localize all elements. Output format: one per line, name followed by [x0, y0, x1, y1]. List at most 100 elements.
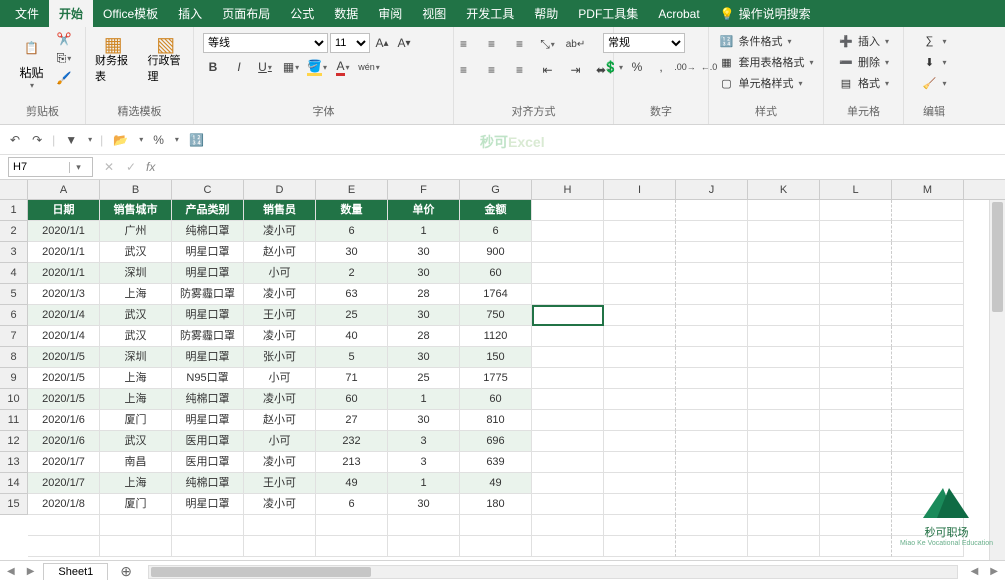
cell[interactable]: 28 — [388, 326, 460, 347]
cell[interactable]: 小可 — [244, 431, 316, 452]
cell[interactable] — [676, 263, 748, 284]
cell[interactable] — [604, 284, 676, 305]
row-header[interactable]: 7 — [0, 326, 27, 347]
filter-dropdown[interactable]: ▾ — [88, 135, 92, 144]
cell[interactable] — [316, 515, 388, 536]
cell[interactable] — [820, 242, 892, 263]
row-header[interactable]: 14 — [0, 473, 27, 494]
cell[interactable] — [820, 347, 892, 368]
cell[interactable]: 上海 — [100, 284, 172, 305]
cell[interactable] — [748, 200, 820, 221]
sheet-tab-1[interactable]: Sheet1 — [43, 563, 108, 580]
cell[interactable] — [676, 326, 748, 347]
align-middle-button[interactable]: ≡ — [482, 34, 502, 54]
cell[interactable]: 2020/1/1 — [28, 263, 100, 284]
cell[interactable] — [532, 347, 604, 368]
folder-dropdown[interactable]: ▾ — [139, 135, 143, 144]
cut-button[interactable]: ✂️ — [55, 30, 74, 48]
cell[interactable] — [892, 242, 964, 263]
cell[interactable] — [604, 389, 676, 410]
align-bottom-button[interactable]: ≡ — [510, 34, 530, 54]
name-box[interactable]: ▾ — [8, 157, 93, 177]
cell[interactable] — [532, 242, 604, 263]
cell[interactable]: 30 — [388, 347, 460, 368]
cell[interactable]: 武汉 — [100, 431, 172, 452]
clear-button[interactable]: 🧹▾ — [919, 74, 948, 92]
bold-button[interactable]: B — [203, 57, 223, 77]
column-header[interactable]: L — [820, 180, 892, 199]
cell[interactable] — [748, 431, 820, 452]
cell[interactable]: 2020/1/1 — [28, 242, 100, 263]
name-box-dropdown[interactable]: ▾ — [69, 162, 87, 173]
increase-decimal-button[interactable]: .00→ — [675, 57, 695, 77]
cell[interactable] — [604, 536, 676, 557]
tab-office-templates[interactable]: Office模板 — [93, 0, 168, 27]
column-header[interactable]: E — [316, 180, 388, 199]
cell[interactable] — [532, 200, 604, 221]
cell[interactable] — [820, 305, 892, 326]
cell[interactable] — [892, 347, 964, 368]
cell[interactable] — [604, 242, 676, 263]
cell[interactable] — [532, 473, 604, 494]
cell[interactable] — [532, 389, 604, 410]
cell[interactable]: 厦门 — [100, 410, 172, 431]
cell[interactable]: 凌小可 — [244, 494, 316, 515]
column-header[interactable]: H — [532, 180, 604, 199]
tab-help[interactable]: 帮助 — [524, 0, 568, 27]
increase-indent-button[interactable]: ⇥ — [566, 60, 586, 80]
cell[interactable] — [676, 389, 748, 410]
cell[interactable]: 2020/1/3 — [28, 284, 100, 305]
cell[interactable] — [532, 263, 604, 284]
cell[interactable]: 71 — [316, 368, 388, 389]
template-financial[interactable]: ▦ 财务报表 — [91, 34, 136, 86]
cell[interactable]: 武汉 — [100, 326, 172, 347]
grid[interactable]: 日期销售城市产品类别销售员数量单价金额2020/1/1广州纯棉口罩凌小可6162… — [28, 200, 989, 560]
cell[interactable] — [748, 242, 820, 263]
font-size-select[interactable]: 11 — [330, 33, 370, 53]
formula-input[interactable] — [159, 161, 1005, 173]
cell[interactable] — [676, 284, 748, 305]
tab-home[interactable]: 开始 — [49, 0, 93, 27]
tab-review[interactable]: 审阅 — [368, 0, 412, 27]
cell[interactable]: 金额 — [460, 200, 532, 221]
cell[interactable] — [532, 452, 604, 473]
cell[interactable] — [892, 368, 964, 389]
column-header[interactable]: F — [388, 180, 460, 199]
tab-tell-me[interactable]: 💡操作说明搜索 — [710, 0, 821, 27]
cell[interactable] — [100, 536, 172, 557]
cell[interactable]: 明星口罩 — [172, 263, 244, 284]
cell[interactable] — [676, 515, 748, 536]
cell[interactable]: 696 — [460, 431, 532, 452]
cell[interactable]: 6 — [316, 494, 388, 515]
cell[interactable]: 张小可 — [244, 347, 316, 368]
insert-cells-button[interactable]: ➕插入▾ — [836, 32, 891, 50]
tab-file[interactable]: 文件 — [5, 0, 49, 27]
cell[interactable] — [892, 431, 964, 452]
delete-cells-button[interactable]: ➖删除▾ — [836, 53, 891, 71]
row-header[interactable]: 6 — [0, 305, 27, 326]
cell[interactable] — [604, 326, 676, 347]
cell[interactable] — [604, 221, 676, 242]
cell[interactable] — [820, 536, 892, 557]
comma-format-button[interactable]: 🔢 — [187, 131, 206, 149]
copy-button[interactable]: ⎘▾ — [55, 49, 74, 68]
cell[interactable]: 639 — [460, 452, 532, 473]
cell[interactable]: N95口罩 — [172, 368, 244, 389]
cell[interactable]: 900 — [460, 242, 532, 263]
sheet-nav-next[interactable]: ▶ — [24, 566, 38, 577]
cell[interactable]: 武汉 — [100, 305, 172, 326]
cell[interactable] — [892, 221, 964, 242]
cell[interactable]: 凌小可 — [244, 452, 316, 473]
horizontal-scrollbar[interactable] — [148, 565, 958, 579]
cell[interactable]: 3 — [388, 452, 460, 473]
cell[interactable] — [892, 263, 964, 284]
cell[interactable] — [676, 410, 748, 431]
cell[interactable] — [676, 473, 748, 494]
cell[interactable]: 深圳 — [100, 263, 172, 284]
cell[interactable] — [820, 431, 892, 452]
cell[interactable] — [820, 494, 892, 515]
cell[interactable] — [244, 536, 316, 557]
scrollbar-thumb[interactable] — [992, 202, 1003, 312]
cell[interactable]: 6 — [460, 221, 532, 242]
cell[interactable]: 上海 — [100, 368, 172, 389]
